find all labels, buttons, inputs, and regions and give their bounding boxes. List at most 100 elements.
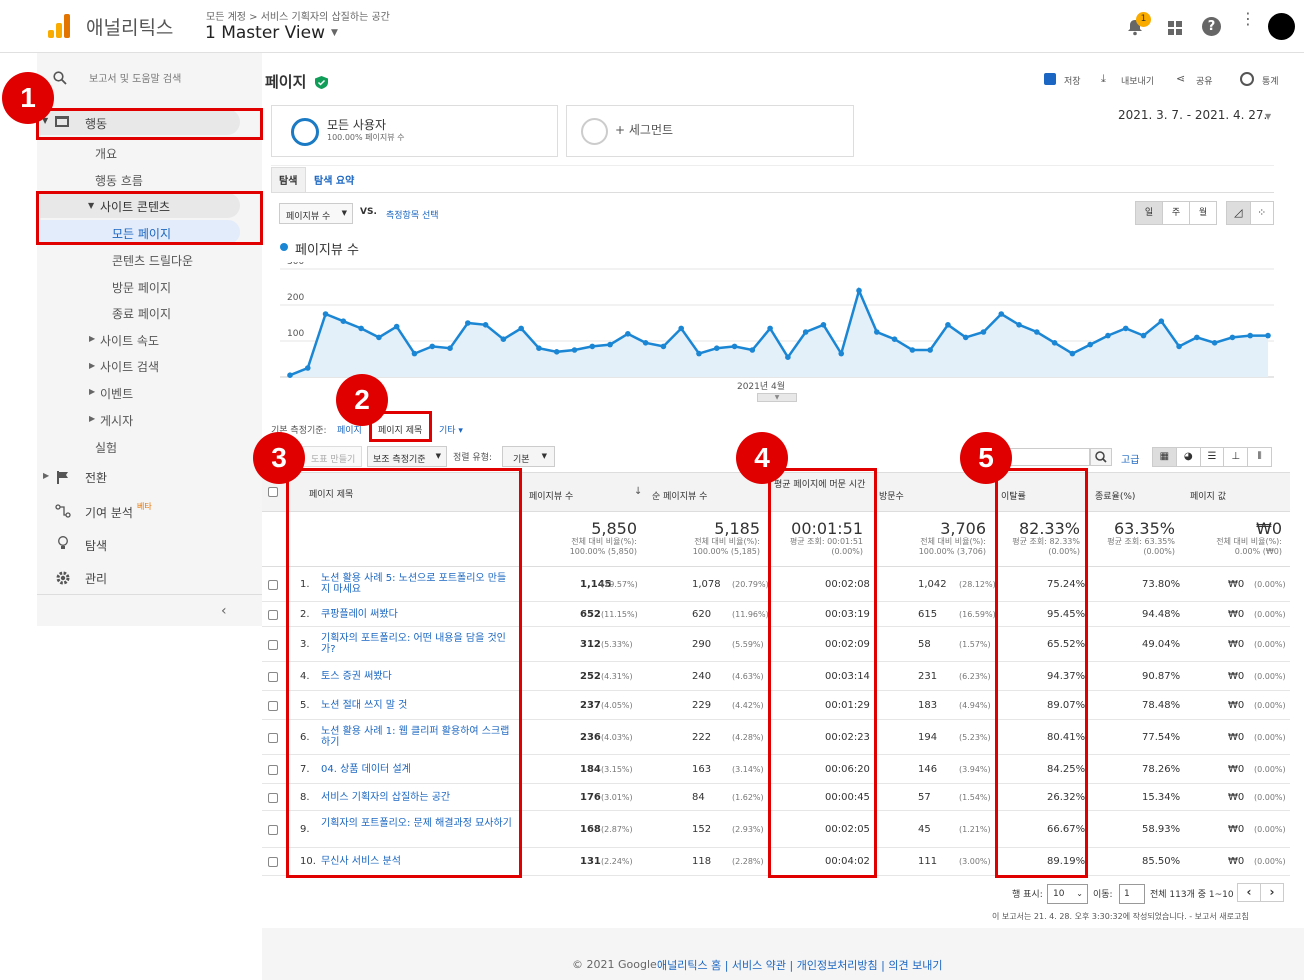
compare-view-icon[interactable]: ⊥ [1223,448,1247,466]
sidebar-item-events[interactable]: 이벤트 [100,385,133,402]
col-exit[interactable]: 종료율(%) [1095,489,1135,502]
month-button[interactable]: 월 [1189,202,1216,224]
row-visits-pct: (3.00%) [959,857,991,866]
week-button[interactable]: 주 [1162,202,1189,224]
bar-view-icon[interactable]: ☰ [1199,448,1224,466]
table-search-button[interactable] [1090,448,1112,466]
row-title-link[interactable]: 토스 증권 써봤다 [321,671,513,682]
secondary-dimension-select[interactable]: 보조 측정기준 ▼ [367,446,447,467]
row-title-link[interactable]: 서비스 기획자의 삽질하는 공간 [321,792,513,803]
select-metric-link[interactable]: 측정항목 선택 [386,208,439,221]
row-title-link[interactable]: 쿠팡플레이 써봤다 [321,609,513,620]
save-button[interactable]: 저장 [1064,74,1081,87]
table-view-icon[interactable]: ▦ [1153,448,1176,466]
row-number: 2. [300,609,310,620]
dimension-other-link[interactable]: 기타 ▾ [439,423,463,436]
row-checkbox[interactable] [268,610,278,620]
advanced-link[interactable]: 고급 [1121,451,1139,466]
col-unique-pageviews[interactable]: 순 페이지뷰 수 [652,489,707,502]
sidebar-item-flow[interactable]: 행동 흐름 [95,172,143,189]
col-visits[interactable]: 방문수 [879,489,904,502]
chevron-down-icon[interactable]: ▼ [1265,112,1271,121]
col-pageviews[interactable]: 페이지뷰 수 [529,489,573,502]
view-selector[interactable]: 1 Master View ▼ [205,23,338,43]
dimension-page-title[interactable]: 페이지 제목 [378,423,422,436]
help-icon[interactable]: ? [1202,17,1221,36]
insights-button[interactable]: 통계 [1262,74,1279,87]
sidebar-item-discover[interactable]: 탐색 [85,537,107,554]
row-checkbox[interactable] [268,580,278,590]
line-chart-icon[interactable]: ◿ [1227,202,1250,224]
col-value[interactable]: 페이지 값 [1190,489,1226,502]
col-bounce[interactable]: 이탈률 [1001,489,1026,502]
sidebar-item-behavior[interactable] [40,109,240,135]
row-title-link[interactable]: 기획자의 포트폴리오: 어떤 내용을 담을 것인가? [321,633,513,655]
chevron-down-icon: ▼ [541,452,547,460]
row-visits-pct: (4.94%) [959,701,991,710]
row-title-link[interactable]: 노션 활용 사례 5: 노션으로 포트폴리오 만들지 마세요 [321,573,513,595]
sidebar-item-landing[interactable]: 방문 페이지 [112,279,171,296]
apps-grid-icon[interactable] [1168,20,1182,35]
footer-links[interactable]: 애널리틱스 홈 | 서비스 약관 | 개인정보처리방침 | 의견 보내기 [657,957,942,973]
add-segment-button[interactable]: + 세그먼트 [566,105,854,157]
chart-handle-icon[interactable]: ▼ [757,393,797,402]
row-checkbox[interactable] [268,793,278,803]
sidebar-item-publisher[interactable]: 게시자 [100,412,133,429]
pivot-view-icon[interactable]: ⦀ [1247,448,1271,466]
sidebar-item-conversions[interactable]: 전환 [85,469,107,486]
row-value: ₩0 [1228,792,1245,803]
row-title-link[interactable]: 노션 절대 쓰지 말 것 [321,700,513,711]
data-point [696,350,702,357]
row-title-link[interactable]: 무신사 서비스 분석 [321,856,513,867]
row-checkbox[interactable] [268,857,278,867]
avatar[interactable] [1268,13,1295,40]
pie-view-icon[interactable]: ◕ [1175,448,1200,466]
prev-page-icon[interactable]: ‹ [1238,884,1260,901]
app-name[interactable]: 애널리틱스 [86,13,173,40]
row-title-link[interactable]: 04. 상품 데이터 설계 [321,764,513,775]
sidebar-item-experiments[interactable]: 실험 [95,439,117,456]
sidebar-item-admin[interactable]: 관리 [85,570,107,587]
share-button[interactable]: 공유 [1196,74,1213,87]
segment-all-users[interactable]: 모든 사용자 100.00% 페이지뷰 수 [271,105,558,157]
row-checkbox[interactable] [268,765,278,775]
next-page-icon[interactable]: › [1260,884,1283,901]
col-page-title[interactable]: 페이지 제목 [309,487,353,500]
row-checkbox[interactable] [268,672,278,682]
export-button[interactable]: 내보내기 [1121,74,1154,87]
more-vert-icon[interactable]: ⋮ [1240,11,1256,27]
row-upv-pct: (2.93%) [732,825,764,834]
sidebar-item-overview[interactable]: 개요 [95,145,117,162]
col-avg-time[interactable]: 평균 페이지에 머문 시간 [774,479,870,492]
sidebar-item-attribution[interactable]: 기여 분석 [85,504,133,521]
date-range[interactable]: 2021. 3. 7. - 2021. 4. 27. [1118,108,1267,122]
tab-summary[interactable]: 탐색 요약 [314,172,354,187]
select-all-checkbox[interactable] [268,487,278,497]
motion-chart-icon[interactable]: ⁘ [1249,202,1274,224]
sidebar-search[interactable]: 보고서 및 도움말 검색 [89,70,181,85]
search-input[interactable] [1000,448,1090,466]
day-button[interactable]: 일 [1136,202,1162,224]
metric-select[interactable]: 페이지뷰 수 ▼ [279,203,353,224]
analytics-logo-icon[interactable] [48,14,72,38]
collapse-icon[interactable]: ‹ [221,603,227,619]
rows-select[interactable]: 10 ⌄ [1047,884,1088,904]
row-checkbox[interactable] [268,640,278,650]
segment-sub: 100.00% 페이지뷰 수 [327,133,405,142]
row-title-link[interactable]: 기획자의 포트폴리오: 문제 해결과정 묘사하기 [321,818,513,829]
sidebar-item-drilldown[interactable]: 콘텐츠 드릴다운 [112,252,193,269]
data-point [678,325,684,332]
row-title-link[interactable]: 노션 활용 사례 1: 웹 클리퍼 활용하여 스크랩하기 [321,726,513,748]
sort-desc-icon: ↓ [634,486,643,497]
row-checkbox[interactable] [268,825,278,835]
sidebar-item-exit[interactable]: 종료 페이지 [112,305,171,322]
sort-select[interactable]: 기본 ▼ [502,446,555,467]
sidebar-item-site-search[interactable]: 사이트 검색 [100,358,159,375]
row-checkbox[interactable] [268,733,278,743]
sidebar-item-speed[interactable]: 사이트 속도 [100,332,159,349]
chart-button[interactable]: 도표 만들기 [296,446,362,467]
goto-input[interactable]: 1 [1119,884,1145,904]
row-checkbox[interactable] [268,701,278,711]
breadcrumb[interactable]: 모든 계정 > 서비스 기획자의 삽질하는 공간 [206,8,390,23]
row-upv-pct: (3.14%) [732,765,764,774]
